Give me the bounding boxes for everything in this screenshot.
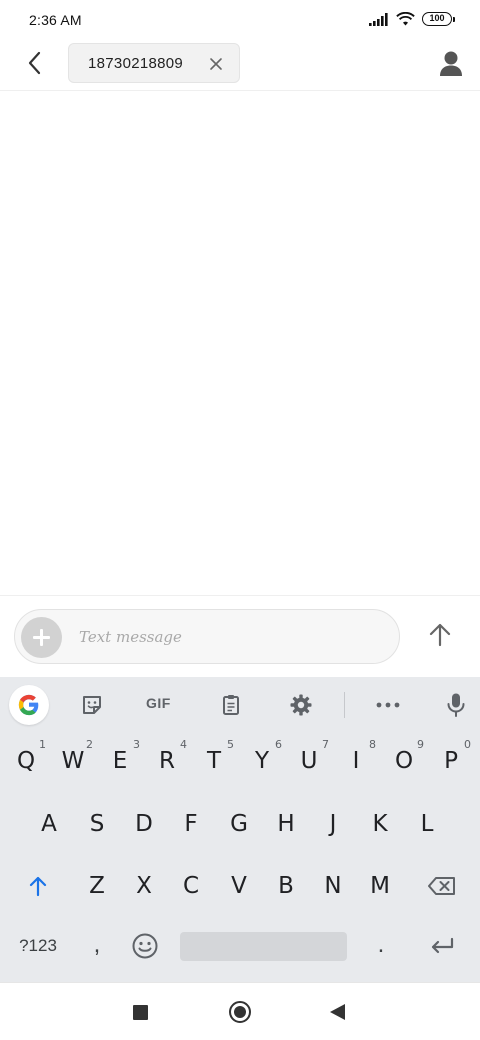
period-key[interactable]: . (366, 927, 396, 963)
back-triangle-icon[interactable] (330, 1004, 345, 1020)
key-hint: 2 (86, 738, 93, 751)
key-k[interactable]: K (358, 796, 402, 852)
close-icon (210, 58, 222, 70)
key-label: E (112, 748, 128, 774)
shift-arrow-icon (29, 876, 47, 897)
wifi-icon (396, 12, 415, 26)
key-label: O (394, 748, 414, 774)
key-b[interactable]: B (264, 858, 308, 914)
key-c[interactable]: C (169, 858, 213, 914)
arrow-up-icon (429, 623, 451, 647)
message-list (0, 92, 480, 595)
recipient-number: 18730218809 (88, 55, 184, 72)
keyboard: G I F Q 1 W 2 E 3 R 4 T 5 Y 6 U 7 I 8 O 9 … (0, 677, 480, 982)
key-label: T (206, 748, 222, 774)
gear-icon[interactable] (286, 690, 316, 720)
key-hint: 5 (227, 738, 234, 751)
person-icon (440, 51, 462, 76)
chip-close-button[interactable] (209, 57, 223, 71)
backspace-key[interactable] (420, 858, 464, 914)
status-time: 2:36 AM (29, 12, 82, 28)
key-hint: 9 (417, 738, 424, 751)
emoji-key[interactable] (130, 931, 160, 961)
key-y[interactable]: Y6 (240, 733, 284, 789)
enter-key[interactable] (422, 929, 462, 963)
composer-field (14, 609, 400, 664)
keyboard-toolbar: GIF (0, 677, 480, 732)
key-n[interactable]: N (311, 858, 355, 914)
symbols-key[interactable]: ?123 (13, 931, 63, 961)
shift-key[interactable] (18, 858, 58, 914)
contact-button[interactable] (438, 50, 464, 78)
key-z[interactable]: Z (75, 858, 119, 914)
key-j[interactable]: J (311, 796, 355, 852)
key-label: R (159, 748, 175, 774)
enter-icon (431, 937, 454, 954)
key-d[interactable]: D (122, 796, 166, 852)
key-u[interactable]: U7 (287, 733, 331, 789)
key-i[interactable]: I8 (334, 733, 378, 789)
clipboard-icon[interactable] (216, 690, 246, 720)
key-t[interactable]: T5 (192, 733, 236, 789)
key-p[interactable]: P0 (429, 733, 473, 789)
home-icon[interactable] (229, 1001, 251, 1023)
key-hint: 7 (322, 738, 329, 751)
emoji-icon (132, 933, 158, 959)
status-bar: 2:36 AM 100 (0, 0, 480, 42)
key-e[interactable]: E3 (98, 733, 142, 789)
key-label: U (300, 748, 318, 774)
back-button[interactable] (20, 48, 48, 78)
key-q[interactable]: Q1 (4, 733, 48, 789)
key-m[interactable]: M (358, 858, 402, 914)
status-icons: 100 (369, 12, 455, 26)
key-v[interactable]: V (217, 858, 261, 914)
key-g[interactable]: G (217, 796, 261, 852)
signal-icon (369, 12, 389, 26)
key-label: P (444, 748, 458, 774)
backspace-icon (428, 877, 455, 895)
key-l[interactable]: L (405, 796, 449, 852)
key-label: Q (16, 748, 36, 774)
key-label: Y (254, 748, 270, 774)
key-x[interactable]: X (122, 858, 166, 914)
key-label: I (352, 748, 360, 774)
key-hint: 1 (39, 738, 46, 751)
key-s[interactable]: S (75, 796, 119, 852)
key-h[interactable]: H (264, 796, 308, 852)
gif-button[interactable]: GIF (146, 695, 171, 711)
recipient-chip[interactable]: 18730218809 (68, 43, 240, 83)
attach-button[interactable] (21, 617, 62, 658)
navigation-bar (0, 982, 480, 1040)
key-o[interactable]: O9 (382, 733, 426, 789)
sticker-icon[interactable] (77, 690, 107, 720)
key-hint: 4 (180, 738, 187, 751)
key-hint: 6 (275, 738, 282, 751)
send-button[interactable] (422, 617, 458, 653)
key-hint: 3 (133, 738, 140, 751)
key-f[interactable]: F (169, 796, 213, 852)
more-icon[interactable] (373, 690, 403, 720)
key-hint: 0 (464, 738, 471, 751)
key-w[interactable]: W2 (51, 733, 95, 789)
battery-icon: 100 (422, 12, 455, 26)
key-r[interactable]: R4 (145, 733, 189, 789)
chevron-left-icon (28, 51, 41, 75)
conversation-header: 18730218809 (0, 42, 480, 91)
message-input[interactable] (79, 610, 389, 663)
key-label: W (61, 748, 85, 774)
recents-icon[interactable] (133, 1005, 148, 1020)
key-hint: 8 (369, 738, 376, 751)
space-key[interactable] (180, 932, 347, 961)
google-icon[interactable] (9, 685, 49, 725)
comma-key[interactable]: , (82, 927, 112, 963)
key-a[interactable]: A (27, 796, 71, 852)
mic-icon[interactable] (441, 690, 471, 720)
composer-divider (0, 595, 480, 596)
toolbar-divider (344, 692, 345, 718)
